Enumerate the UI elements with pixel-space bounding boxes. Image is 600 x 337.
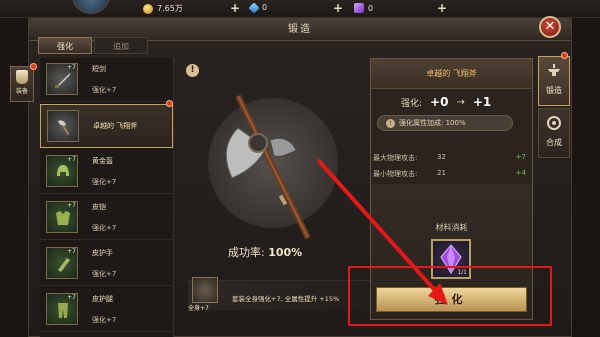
diamond-icon bbox=[248, 1, 260, 14]
ring-icon bbox=[547, 116, 561, 130]
arrow-right-icon: → bbox=[456, 96, 465, 108]
list-item[interactable]: +7 皮护手 强化+7 bbox=[40, 242, 173, 286]
stat-label: 最大物理攻击: bbox=[373, 154, 418, 162]
selected-item-dot bbox=[166, 100, 173, 107]
add-gold-button[interactable]: + bbox=[230, 1, 240, 15]
item-name: 皮护手 bbox=[92, 249, 113, 257]
diamond-amount: 0 bbox=[262, 3, 268, 12]
set-bonus-text: 套装全身强化+7, 全属性提升 +15% bbox=[232, 295, 340, 303]
gold-coin-icon bbox=[143, 3, 153, 14]
set-bonus-icon[interactable] bbox=[192, 277, 218, 303]
tab-append[interactable]: 追加 bbox=[94, 37, 148, 54]
gold-amount: 7.65万 bbox=[157, 4, 183, 13]
tab-bar: 强化 追加 bbox=[38, 37, 148, 54]
set-bonus-level: 全身+7 bbox=[188, 305, 209, 312]
close-button[interactable]: ✕ bbox=[539, 16, 561, 38]
item-level: 强化+7 bbox=[92, 224, 117, 232]
add-crystal-button[interactable]: + bbox=[437, 1, 447, 15]
add-diamond-button[interactable]: + bbox=[333, 1, 343, 15]
current-level: +0 bbox=[430, 95, 449, 109]
axe-icon bbox=[47, 110, 79, 142]
anvil-icon bbox=[548, 64, 560, 76]
upgrade-info: 强化: +0 → +1 ! 强化属性加成: 100% 最大物理攻击: 32 +7 … bbox=[371, 89, 532, 184]
item-name: 皮铠 bbox=[92, 203, 106, 211]
item-name: 皮护腿 bbox=[92, 295, 113, 303]
dagger-icon: +7 bbox=[46, 63, 78, 95]
armor-icon: +7 bbox=[46, 201, 78, 233]
item-name: 短剑 bbox=[92, 65, 106, 73]
equipment-side-label: 装备 bbox=[15, 88, 28, 95]
stat-label: 最小物理攻击: bbox=[373, 170, 418, 178]
tab-forge[interactable]: 锻造 bbox=[538, 56, 570, 106]
leggings-icon: +7 bbox=[46, 293, 78, 325]
equipment-icon bbox=[16, 70, 28, 84]
stat-value: 32 bbox=[437, 153, 446, 161]
info-icon[interactable]: ! bbox=[186, 64, 199, 77]
gauntlet-icon: +7 bbox=[46, 247, 78, 279]
list-item[interactable]: +7 皮铠 强化+7 bbox=[40, 196, 173, 240]
notification-dot bbox=[30, 63, 37, 70]
tab-enhance[interactable]: 强化 bbox=[38, 37, 92, 54]
battle-axe-icon bbox=[225, 94, 311, 240]
upgrade-levels: 强化: +0 → +1 bbox=[401, 95, 492, 109]
crystal-icon bbox=[354, 3, 364, 13]
list-item[interactable]: +7 黄金盔 强化+7 bbox=[40, 150, 173, 194]
item-name: 黄金盔 bbox=[92, 157, 113, 165]
item-level: 强化+7 bbox=[92, 316, 117, 324]
list-item[interactable]: +7 短剑 强化+7 bbox=[40, 58, 173, 102]
tab-synthesis[interactable]: 合成 bbox=[538, 108, 570, 158]
crystal-resource: 0 bbox=[354, 3, 373, 13]
success-rate-value: 100% bbox=[268, 246, 303, 259]
next-level: +1 bbox=[472, 95, 492, 109]
resource-bar: 7.65万 + 0 + 0 + bbox=[0, 0, 600, 18]
bonus-pill: ! 强化属性加成: 100% bbox=[377, 115, 513, 131]
gold-resource: 7.65万 bbox=[143, 3, 183, 14]
item-name: 卓越的 飞翔斧 bbox=[93, 122, 138, 130]
success-rate: 成功率: 100% bbox=[228, 246, 303, 259]
item-level: 强化+7 bbox=[92, 270, 117, 278]
forge-tab-dot bbox=[561, 52, 568, 59]
item-level: 强化+7 bbox=[92, 86, 117, 94]
player-avatar[interactable] bbox=[72, 0, 110, 14]
stat-increase: +4 bbox=[515, 169, 526, 177]
stat-increase: +7 bbox=[515, 153, 526, 161]
diamond-resource: 0 bbox=[248, 1, 268, 14]
material-title: 材料消耗 bbox=[435, 223, 468, 232]
equipment-side-tab[interactable]: 装备 bbox=[10, 66, 34, 102]
set-bonus-bar: 全身+7 套装全身强化+7, 全属性提升 +15% bbox=[188, 277, 371, 312]
item-level: 强化+7 bbox=[92, 178, 117, 186]
list-item[interactable]: +7 皮护腿 强化+7 bbox=[40, 288, 173, 332]
list-item-selected[interactable]: 卓越的 飞翔斧 bbox=[40, 104, 173, 148]
helmet-icon: +7 bbox=[46, 155, 78, 187]
item-list[interactable]: +7 短剑 强化+7 卓越的 飞翔斧 +7 黄金盔 强化+7 +7 皮铠 强化+… bbox=[40, 58, 174, 337]
item-title: 卓越的 飞翔斧 bbox=[371, 59, 532, 89]
crystal-amount: 0 bbox=[368, 3, 374, 13]
info-small-icon: ! bbox=[386, 119, 395, 128]
highlight-frame bbox=[348, 266, 552, 326]
stat-value: 21 bbox=[437, 169, 446, 177]
